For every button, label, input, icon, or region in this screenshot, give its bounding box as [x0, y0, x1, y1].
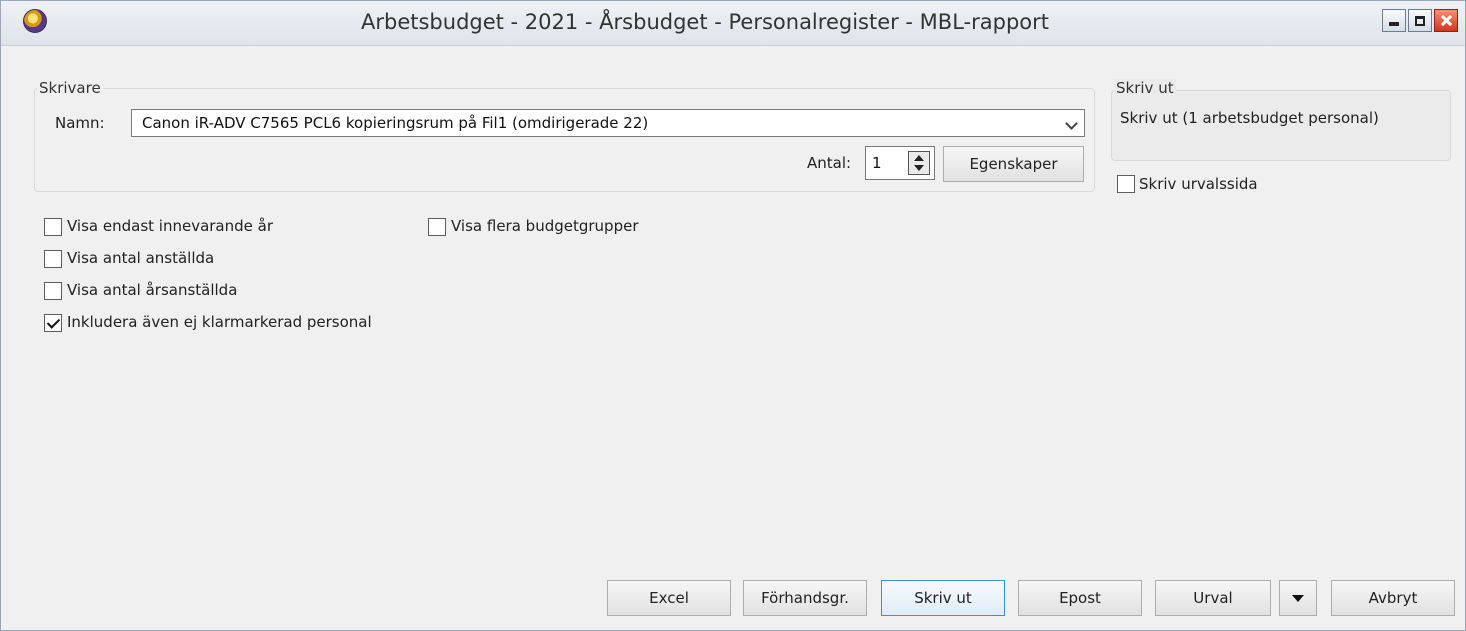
- close-button[interactable]: [1434, 9, 1458, 32]
- selection-button[interactable]: Urval: [1155, 580, 1271, 616]
- print-dialog-window: Arbetsbudget - 2021 - Årsbudget - Person…: [0, 0, 1466, 631]
- copies-value[interactable]: 1: [872, 154, 882, 172]
- chevron-down-icon[interactable]: [1065, 117, 1078, 130]
- copies-stepper[interactable]: 1: [865, 146, 935, 180]
- printer-select[interactable]: Canon iR-ADV C7565 PCL6 kopieringsrum på…: [131, 109, 1085, 137]
- spinner-up-icon[interactable]: [914, 155, 924, 161]
- printer-select-value: Canon iR-ADV C7565 PCL6 kopieringsrum på…: [142, 114, 649, 132]
- email-button[interactable]: Epost: [1018, 580, 1142, 616]
- printer-name-label: Namn:: [55, 114, 105, 132]
- include-unmarked-staff-checkbox[interactable]: [44, 314, 62, 332]
- title-bar[interactable]: Arbetsbudget - 2021 - Årsbudget - Person…: [1, 1, 1465, 46]
- show-multiple-budget-groups-label[interactable]: Visa flera budgetgrupper: [451, 217, 639, 235]
- print-button[interactable]: Skriv ut: [881, 580, 1005, 616]
- printout-summary: Skriv ut (1 arbetsbudget personal): [1120, 109, 1379, 127]
- chevron-down-icon: [1292, 595, 1304, 602]
- excel-button[interactable]: Excel: [607, 580, 731, 616]
- copies-label: Antal:: [807, 154, 852, 172]
- minimize-button[interactable]: [1382, 9, 1406, 32]
- cancel-button[interactable]: Avbryt: [1331, 580, 1455, 616]
- show-multiple-budget-groups-checkbox[interactable]: [428, 218, 446, 236]
- selection-dropdown-button[interactable]: [1279, 580, 1317, 616]
- show-employee-count-checkbox[interactable]: [44, 250, 62, 268]
- maximize-button[interactable]: [1408, 9, 1432, 32]
- spinner-arrows-icon[interactable]: [908, 151, 930, 175]
- properties-button[interactable]: Egenskaper: [943, 146, 1084, 182]
- printout-group-legend: Skriv ut: [1114, 79, 1176, 97]
- window-title: Arbetsbudget - 2021 - Årsbudget - Person…: [361, 10, 1049, 34]
- spinner-down-icon[interactable]: [914, 165, 924, 171]
- printer-group: [34, 88, 1095, 192]
- printer-group-legend: Skrivare: [37, 79, 103, 97]
- preview-button[interactable]: Förhandsgr.: [743, 580, 867, 616]
- show-annual-employees-label[interactable]: Visa antal årsanställda: [67, 281, 237, 299]
- show-annual-employees-checkbox[interactable]: [44, 282, 62, 300]
- current-year-only-checkbox[interactable]: [44, 218, 62, 236]
- print-selection-page-label[interactable]: Skriv urvalssida: [1139, 175, 1258, 193]
- current-year-only-label[interactable]: Visa endast innevarande år: [67, 217, 273, 235]
- show-employee-count-label[interactable]: Visa antal anställda: [67, 249, 214, 267]
- include-unmarked-staff-label[interactable]: Inkludera även ej klarmarkerad personal: [67, 313, 372, 331]
- print-selection-page-checkbox[interactable]: [1117, 175, 1135, 193]
